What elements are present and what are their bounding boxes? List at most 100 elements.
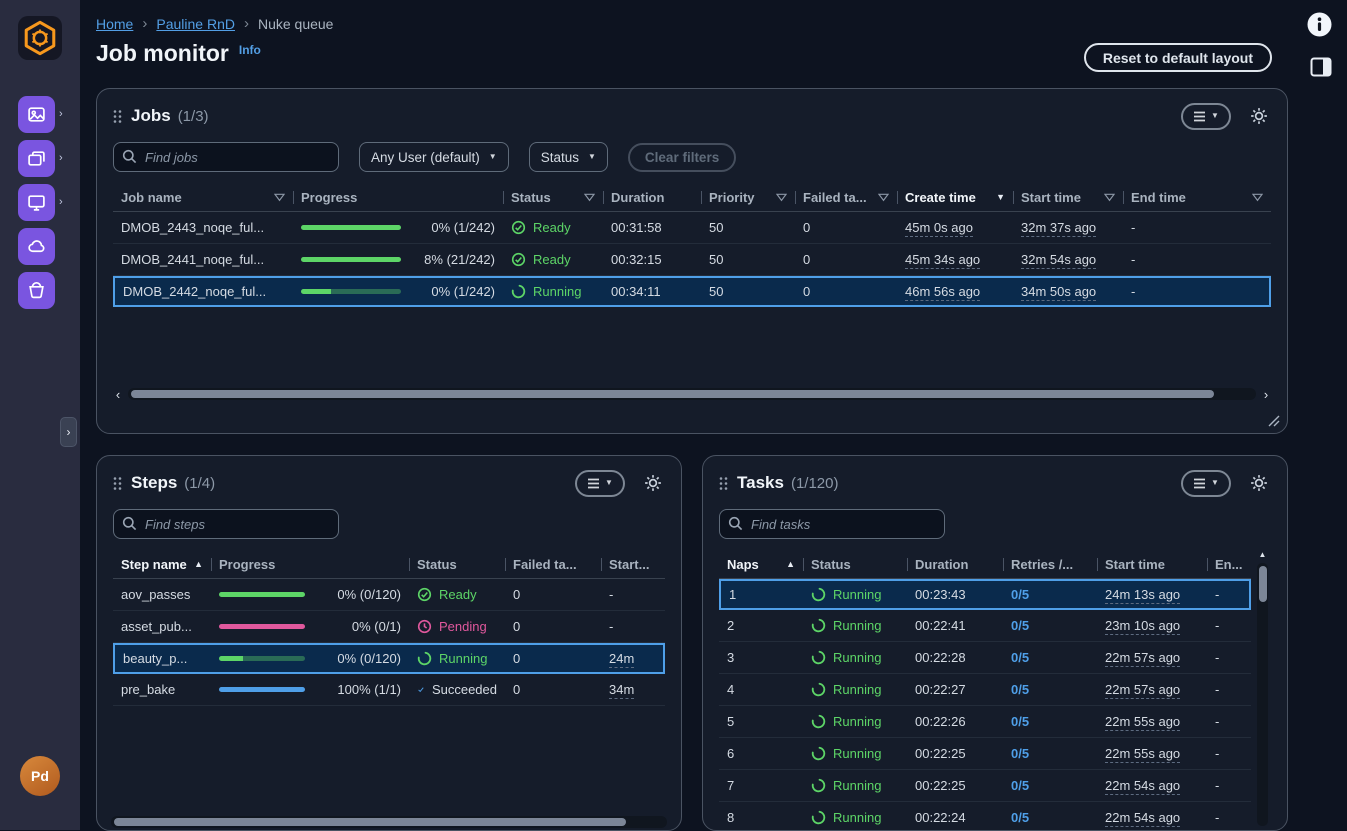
column-header-start-time[interactable]: Start time — [1013, 184, 1123, 212]
retries-link[interactable]: 0/5 — [1011, 650, 1029, 665]
jobs-search-input[interactable] — [113, 142, 339, 172]
retries-link[interactable]: 0/5 — [1011, 778, 1029, 793]
status-cell: Ready — [503, 244, 603, 276]
retries-link[interactable]: 0/5 — [1011, 682, 1029, 697]
retries-link[interactable]: 0/5 — [1011, 714, 1029, 729]
scrollbar-track[interactable] — [111, 816, 667, 828]
task-row[interactable]: 7Running00:22:250/522m 54s ago- — [719, 770, 1251, 802]
end-time-cell: - — [1207, 706, 1251, 738]
column-header-step-name[interactable]: Step name▲ — [113, 551, 211, 579]
status-filter-dropdown[interactable]: Status ▼ — [529, 142, 608, 172]
task-row[interactable]: 2Running00:22:410/523m 10s ago- — [719, 610, 1251, 642]
step-row[interactable]: beauty_p...0% (0/120)Running024m — [113, 643, 665, 674]
scroll-left-button[interactable]: ‹ — [111, 387, 125, 401]
column-header-naps[interactable]: Naps▲ — [719, 551, 803, 579]
jobs-menu-button[interactable]: ▼ — [1181, 103, 1231, 130]
column-header-status[interactable]: Status — [803, 551, 907, 579]
sidebar-item-monitor[interactable] — [18, 184, 55, 221]
tasks-vertical-scrollbar[interactable]: ▲ — [1256, 548, 1269, 826]
tasks-search-input[interactable] — [719, 509, 945, 539]
steps-horizontal-scrollbar[interactable] — [111, 816, 667, 827]
column-header-retries[interactable]: Retries /... — [1003, 551, 1097, 579]
info-link[interactable]: Info — [239, 43, 261, 57]
column-header-status[interactable]: Status — [503, 184, 603, 212]
column-header-duration[interactable]: Duration — [603, 184, 701, 212]
drag-handle-icon[interactable] — [113, 109, 122, 124]
column-header-start-time[interactable]: Start time — [1097, 551, 1207, 579]
scroll-right-button[interactable]: › — [1259, 387, 1273, 401]
column-header-failed-ta[interactable]: Failed ta... — [505, 551, 601, 579]
search-icon — [122, 516, 137, 531]
steps-settings-button[interactable] — [641, 471, 665, 495]
column-header-progress[interactable]: Progress — [211, 551, 409, 579]
info-panel-button[interactable] — [1306, 11, 1333, 38]
scrollbar-thumb[interactable] — [114, 818, 626, 826]
column-header-failed-ta[interactable]: Failed ta... — [795, 184, 897, 212]
chevron-right-icon[interactable]: › — [59, 109, 63, 120]
tasks-settings-button[interactable] — [1247, 471, 1271, 495]
app-logo[interactable] — [18, 16, 62, 60]
retries-link[interactable]: 0/5 — [1011, 810, 1029, 825]
retries-link[interactable]: 0/5 — [1011, 587, 1029, 602]
drag-handle-icon[interactable] — [113, 476, 122, 491]
reset-layout-button[interactable]: Reset to default layout — [1084, 43, 1272, 72]
column-header-end-time[interactable]: End time — [1123, 184, 1271, 212]
job-row[interactable]: DMOB_2443_noqe_ful...0% (1/242)Ready00:3… — [113, 212, 1271, 244]
start-time-cell: 24m 13s ago — [1097, 579, 1207, 610]
retries-link[interactable]: 0/5 — [1011, 746, 1029, 761]
column-header-en[interactable]: En... — [1207, 551, 1251, 579]
sidebar: › › › — [0, 0, 80, 830]
task-row[interactable]: 1Running00:23:430/524m 13s ago- — [719, 579, 1251, 610]
sidebar-item-media[interactable] — [18, 96, 55, 133]
scroll-up-button[interactable]: ▲ — [1256, 548, 1269, 561]
task-row[interactable]: 3Running00:22:280/522m 57s ago- — [719, 642, 1251, 674]
sidebar-expand-button[interactable]: › — [60, 417, 77, 447]
column-header-duration[interactable]: Duration — [907, 551, 1003, 579]
step-row[interactable]: pre_bake100% (1/1)Succeeded034m — [113, 674, 665, 706]
jobs-horizontal-scrollbar[interactable]: ‹ › — [111, 387, 1273, 401]
step-row[interactable]: aov_passes0% (0/120)Ready0- — [113, 579, 665, 611]
task-number-cell: 4 — [719, 674, 803, 706]
scrollbar-track[interactable] — [1257, 563, 1268, 826]
task-row[interactable]: 4Running00:22:270/522m 57s ago- — [719, 674, 1251, 706]
clear-filters-button[interactable]: Clear filters — [628, 143, 736, 172]
resize-handle-icon[interactable] — [1268, 415, 1280, 427]
steps-menu-button[interactable]: ▼ — [575, 470, 625, 497]
drag-handle-icon[interactable] — [719, 476, 728, 491]
chevron-right-icon[interactable]: › — [59, 197, 63, 208]
column-header-priority[interactable]: Priority — [701, 184, 795, 212]
retries-link[interactable]: 0/5 — [1011, 618, 1029, 633]
sidebar-item-projects[interactable] — [18, 140, 55, 177]
steps-search-input[interactable] — [113, 509, 339, 539]
scrollbar-track[interactable] — [128, 388, 1256, 400]
jobs-settings-button[interactable] — [1247, 104, 1271, 128]
sidebar-item-bucket[interactable] — [18, 272, 55, 309]
image-icon — [27, 105, 46, 124]
column-header-progress[interactable]: Progress — [293, 184, 503, 212]
breadcrumb-home[interactable]: Home — [96, 16, 133, 32]
job-row[interactable]: DMOB_2442_noqe_ful...0% (1/242)Running00… — [113, 276, 1271, 307]
task-row[interactable]: 5Running00:22:260/522m 55s ago- — [719, 706, 1251, 738]
user-avatar[interactable]: Pd — [20, 756, 60, 796]
end-time-cell: - — [1207, 579, 1251, 610]
scrollbar-thumb[interactable] — [131, 390, 1214, 398]
tasks-menu-button[interactable]: ▼ — [1181, 470, 1231, 497]
column-header-status[interactable]: Status — [409, 551, 505, 579]
job-row[interactable]: DMOB_2441_noqe_ful...8% (21/242)Ready00:… — [113, 244, 1271, 276]
sidebar-item-cloud[interactable] — [18, 228, 55, 265]
breadcrumb-current: Nuke queue — [258, 16, 334, 32]
failed-tasks-cell: 0 — [795, 212, 897, 244]
breadcrumb-farm[interactable]: Pauline RnD — [156, 16, 235, 32]
split-panel-button[interactable] — [1310, 57, 1332, 77]
task-row[interactable]: 8Running00:22:240/522m 54s ago- — [719, 802, 1251, 831]
user-filter-dropdown[interactable]: Any User (default) ▼ — [359, 142, 509, 172]
status-cell: Running — [803, 738, 907, 770]
column-header-start[interactable]: Start... — [601, 551, 665, 579]
step-row[interactable]: asset_pub...0% (0/1)Pending0- — [113, 611, 665, 643]
column-header-create-time[interactable]: Create time▼ — [897, 184, 1013, 212]
column-header-job-name[interactable]: Job name — [113, 184, 293, 212]
filter-icon — [274, 193, 285, 202]
scrollbar-thumb[interactable] — [1259, 566, 1267, 602]
task-row[interactable]: 6Running00:22:250/522m 55s ago- — [719, 738, 1251, 770]
chevron-right-icon[interactable]: › — [59, 153, 63, 164]
